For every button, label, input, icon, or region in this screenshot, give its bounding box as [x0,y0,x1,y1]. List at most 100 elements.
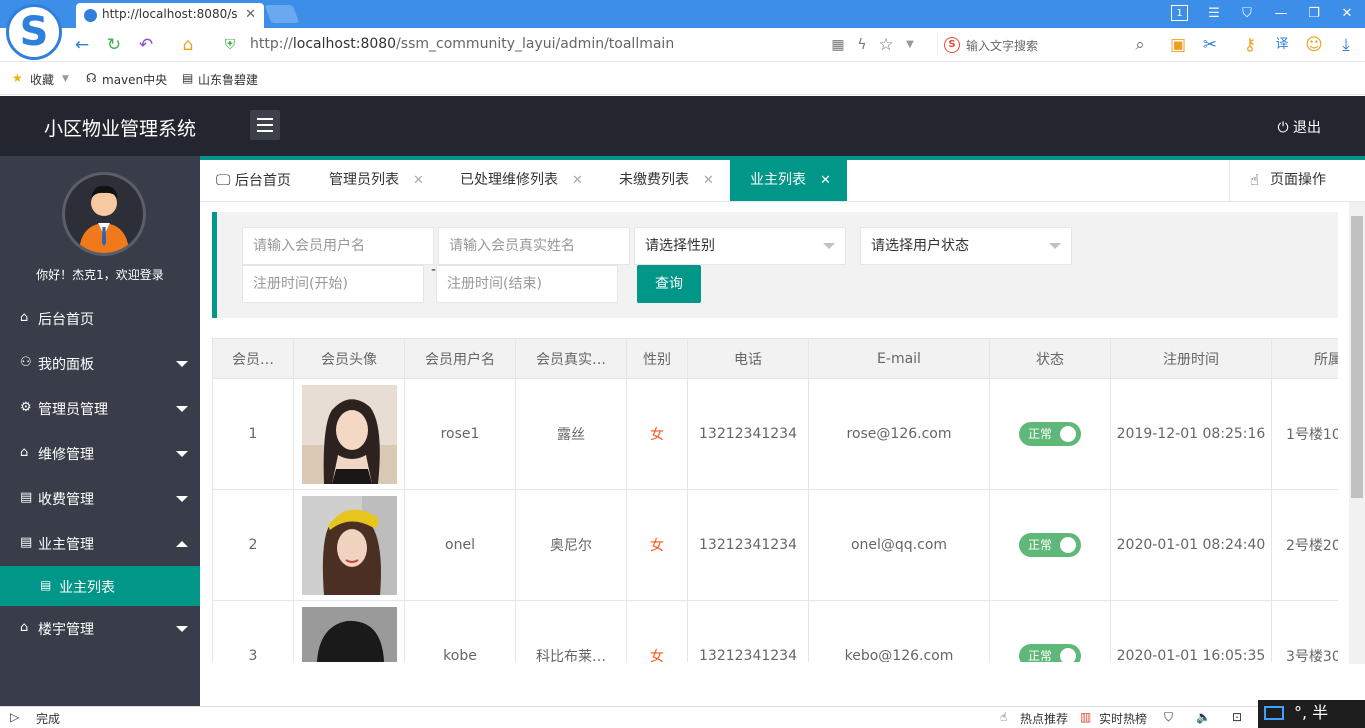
main-content: 🖵 后台首页 管理员列表 ✕ 已处理维修列表 ✕ 未缴费列表 ✕ 业主列表 ✕ ☝ 页面… [200,156,1365,706]
lightning-icon[interactable]: ϟ [852,35,872,55]
gender-select[interactable]: 请选择性别 [634,227,846,265]
col-header[interactable]: 会员… [212,338,294,379]
tab-home[interactable]: 🖵 后台首页 [216,160,291,201]
logout-button[interactable]: ⏻ 退出 [1277,117,1321,137]
url-prefix: http:// [250,36,293,52]
chevron-down-icon[interactable]: ▼ [900,35,920,55]
col-header[interactable]: 会员真实… [515,338,627,379]
ime-indicator[interactable]: °, 半 [1258,700,1365,728]
status-toggle[interactable]: 正常 [1019,533,1081,557]
lock-icon[interactable]: ⊡ [1232,710,1242,724]
table-header-row: 会员… 会员头像 会员用户名 会员真实… 性别 电话 E-mail 状态 注册时… [212,338,1338,379]
member-photo-kobe [301,606,397,662]
scissors-icon[interactable]: ✂ [1200,35,1220,55]
browser-tab-title: http://localhost:8080/s [102,7,238,21]
query-button[interactable]: 查询 [637,265,701,303]
emoji-icon[interactable]: ☺ [1304,35,1324,55]
menu-icon[interactable]: ☰ [1205,5,1223,23]
page-operations-button[interactable]: ☝ 页面操作 [1229,160,1365,201]
qrcode-icon[interactable]: ▦ [828,35,848,55]
hot-recommend-link[interactable]: 热点推荐 [1020,710,1068,727]
download-icon[interactable]: ⤓ [1336,35,1356,55]
col-header[interactable]: 电话 [687,338,809,379]
username-input[interactable]: 请输入会员用户名 [242,227,434,265]
chevron-down-icon [176,451,188,457]
close-window-icon[interactable]: ✕ [1338,5,1356,23]
status-toggle[interactable]: 正常 [1019,644,1081,662]
search-icon[interactable]: ⌕ [1130,35,1150,55]
new-tab-button[interactable] [264,5,300,23]
sidebar-item-buildings[interactable]: ⌂ 楼宇管理 [0,606,200,651]
sidebar-item-label: 我的面板 [38,357,94,373]
scrollbar-thumb[interactable] [1351,216,1363,498]
col-header[interactable]: 会员头像 [293,338,405,379]
sidebar-subitem-owner-list[interactable]: ▤ 业主列表 [0,566,200,606]
tab-unpaid-list[interactable]: 未缴费列表 ✕ [619,160,714,201]
sidebar-item-admin[interactable]: ⚙ 管理员管理 [0,386,200,431]
table-row[interactable]: 1 rose1 露丝 女 13212341234 rose@126.com 正常… [212,378,1338,490]
vertical-scrollbar[interactable] [1349,202,1365,664]
col-header[interactable]: 状态 [989,338,1111,379]
reg-end-input[interactable]: 注册时间(结束) [436,265,618,303]
translate-icon[interactable]: 译 [1272,35,1292,55]
tab-owner-list[interactable]: 业主列表 ✕ [730,160,847,201]
close-icon[interactable]: ✕ [703,173,714,188]
search-engine-icon: S [944,37,960,53]
tab-repair-list[interactable]: 已处理维修列表 ✕ [460,160,583,201]
shield-icon[interactable]: ⛉ [1164,710,1173,725]
chevron-down-icon [176,626,188,632]
reg-start-input[interactable]: 注册时间(开始) [242,265,424,303]
status-toggle[interactable]: 正常 [1019,422,1081,446]
home-icon: ⌂ [20,445,29,460]
sidebar-item-repair[interactable]: ⌂ 维修管理 [0,431,200,476]
skin-icon[interactable]: ⛉ [1238,5,1256,23]
sidebar-item-fees[interactable]: ▤ 收费管理 [0,476,200,521]
hand-pointer-icon: ☝ [1250,171,1260,189]
tab-label: 已处理维修列表 [460,172,558,188]
extension-icon[interactable]: ▣ [1168,35,1188,55]
restore-icon[interactable]: ❐ [1305,5,1323,23]
table-row[interactable]: 2 onel 奥尼尔 女 13212341234 onel@qq.com 正常 … [212,489,1338,601]
browser-status-bar: ▷ 完成 ☝ 热点推荐 ▥ 实时热榜 ⛉ 🔈 ⊡ [0,706,1365,728]
close-tab-icon[interactable]: ✕ [245,7,256,22]
col-header[interactable]: 所属房间 [1271,338,1338,379]
sidebar-subitem-label: 业主列表 [59,580,115,596]
back-icon[interactable]: ← [72,35,92,55]
browser-search-input[interactable]: S 输入文字搜索 [937,34,1152,56]
bookmark-maven[interactable]: maven中央 [102,71,167,88]
cell-photo [293,378,405,490]
realtime-rank-link[interactable]: 实时热榜 [1099,710,1147,727]
table-row[interactable]: 3 kobe 科比布莱… 女 13212341234 kebo@126.com [212,600,1338,662]
bookmark-shandong[interactable]: 山东鲁碧建 [198,71,258,88]
tab-admin-list[interactable]: 管理员列表 ✕ [329,160,424,201]
bookmark-favorites[interactable]: 收藏 [30,71,54,88]
url-field[interactable]: http://localhost:8080/ssm_community_layu… [250,36,674,52]
close-icon[interactable]: ✕ [820,173,831,188]
close-icon[interactable]: ✕ [413,173,424,188]
minimize-icon[interactable]: — [1272,5,1290,23]
undo-icon[interactable]: ↶ [136,35,156,55]
realname-input[interactable]: 请输入会员真实姓名 [438,227,630,265]
col-header[interactable]: E-mail [808,338,990,379]
chevron-down-icon[interactable]: ▼ [62,74,69,84]
status-select[interactable]: 请选择用户状态 [860,227,1072,265]
browser-tab[interactable]: http://localhost:8080/s ✕ [76,3,264,28]
gear-icon: ⚙ [20,400,32,415]
sidebar-item-home[interactable]: ⌂ 后台首页 [0,296,200,341]
star-icon[interactable]: ☆ [876,35,896,55]
cell-room: 3号楼30 [1271,600,1338,662]
sidebar-item-my-panel[interactable]: ⚇ 我的面板 [0,341,200,386]
key-icon[interactable]: ⚷ [1240,35,1260,55]
app-title: 小区物业管理系统 [44,118,197,140]
home-page-icon[interactable]: ⌂ [178,35,198,55]
close-icon[interactable]: ✕ [572,173,583,188]
sidebar-item-owners[interactable]: ▤ 业主管理 [0,521,200,566]
refresh-icon[interactable]: ↻ [104,35,124,55]
col-header[interactable]: 性别 [626,338,688,379]
maven-bookmark-icon: ☊ [86,71,97,85]
menu-toggle-button[interactable] [250,110,280,140]
col-header[interactable]: 注册时间 [1110,338,1272,379]
volume-icon[interactable]: 🔈 [1196,710,1211,724]
tab-count-icon[interactable]: 1 [1171,5,1188,21]
col-header[interactable]: 会员用户名 [404,338,516,379]
